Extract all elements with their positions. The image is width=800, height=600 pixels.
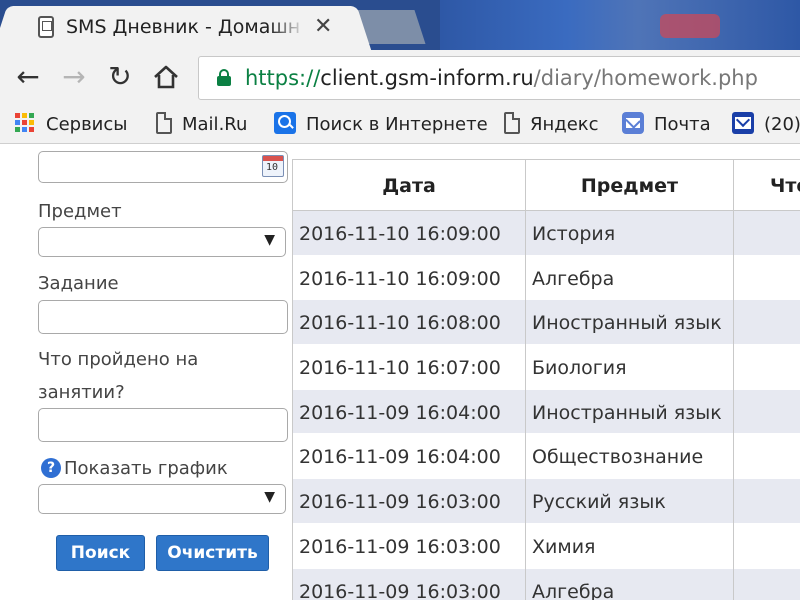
filter-form: 10 Предмет ▼ Задание Что пройдено на зан… [0,145,292,600]
cell-date: 2016-11-10 16:09:00 [293,211,526,256]
forward-arrow-icon[interactable]: → [58,62,90,94]
cell-subject: Русский язык [526,479,734,524]
cell-subject: Иностранный язык [526,389,734,435]
cell-subject: Химия [526,523,734,569]
column-header-covered[interactable]: Что [734,160,800,212]
search-button[interactable]: Поиск [56,535,145,571]
clear-button[interactable]: Очистить [156,535,269,571]
covered-label-line2: занятии? [38,382,125,403]
search-icon [274,112,296,134]
cell-covered [734,569,800,600]
dropdown-arrow-icon: ▼ [264,489,275,505]
cell-covered [734,300,800,345]
cell-date: 2016-11-10 16:09:00 [293,255,526,301]
cell-covered [734,524,800,569]
cell-covered [734,434,800,479]
reload-icon[interactable]: ↻ [104,62,136,94]
bookmark-internet-search[interactable]: Поиск в Интернете [274,112,488,138]
homework-table: Дата Предмет Что 2016-11-10 16:09:00 Ист… [292,159,800,600]
help-icon[interactable]: ? [41,458,61,478]
table-row[interactable]: 2016-11-10 16:07:00 Биология [293,345,800,390]
address-bar[interactable]: https://client.gsm-inform.ru/diary/homew… [198,56,800,100]
inactive-tab-blurred[interactable] [660,14,720,38]
cell-subject: Иностранный язык [526,300,734,346]
mail-icon [732,112,754,134]
bookmark-services[interactable]: Сервисы [14,112,127,138]
tab-strip-background [440,0,800,50]
cell-date: 2016-11-10 16:08:00 [293,300,526,346]
tab-strip: SMS Дневник - Домашн ✕ [0,0,800,50]
home-icon[interactable] [150,62,182,94]
bookmark-mail-20[interactable]: (20) [732,112,800,138]
url-text[interactable]: https://client.gsm-inform.ru/diary/homew… [245,66,758,90]
cell-date: 2016-11-09 16:03:00 [293,479,526,524]
column-header-date[interactable]: Дата [293,160,526,212]
dropdown-arrow-icon: ▼ [264,232,275,248]
table-header: Дата Предмет Что [293,159,800,212]
cell-date: 2016-11-09 16:04:00 [293,434,526,480]
calendar-icon[interactable]: 10 [262,155,284,177]
page-icon [504,112,520,134]
date-field[interactable] [38,151,288,183]
cell-covered [734,256,800,301]
subject-label: Предмет [38,201,122,222]
page-icon [156,112,172,134]
phone-icon [38,16,54,38]
table-row[interactable]: 2016-11-09 16:04:00 Иностранный язык [293,389,800,435]
table-row[interactable]: 2016-11-09 16:03:00 Русский язык [293,479,800,524]
chart-label: Показать график [64,458,228,479]
browser-toolbar: ← → ↻ https://client.gsm-inform.ru/diary… [0,50,800,106]
column-header-subject[interactable]: Предмет [526,160,734,212]
back-arrow-icon[interactable]: ← [12,62,44,94]
task-label: Задание [38,273,119,294]
table-row[interactable]: 2016-11-10 16:09:00 История [293,211,800,256]
table-row[interactable]: 2016-11-09 16:03:00 Химия [293,523,800,569]
cell-covered [734,479,800,524]
cell-subject: Алгебра [526,568,734,600]
close-icon[interactable]: ✕ [314,14,332,39]
cell-date: 2016-11-09 16:03:00 [293,568,526,600]
mail-icon [622,112,644,134]
cell-date: 2016-11-09 16:04:00 [293,389,526,435]
lock-icon [217,69,231,86]
tab-title: SMS Дневник - Домашн [66,16,301,38]
bookmark-yandex[interactable]: Яндекс [504,112,599,138]
bookmarks-bar: Сервисы Mail.Ru Поиск в Интернете Яндекс… [0,106,800,144]
task-input[interactable] [38,300,288,334]
apps-grid-icon [14,112,36,134]
table-row[interactable]: 2016-11-10 16:08:00 Иностранный язык [293,300,800,346]
cell-subject: Биология [526,345,734,390]
cell-subject: Алгебра [526,255,734,301]
chart-select[interactable]: ▼ [38,484,286,514]
bookmark-mailru[interactable]: Mail.Ru [156,112,247,138]
cell-subject: Обществознание [526,434,734,480]
table-body: 2016-11-10 16:09:00 История 2016-11-10 1… [293,211,800,600]
cell-covered [734,390,800,435]
table-row[interactable]: 2016-11-10 16:09:00 Алгебра [293,255,800,301]
cell-subject: История [526,211,734,256]
cell-covered [734,211,800,256]
table-row[interactable]: 2016-11-09 16:04:00 Обществознание [293,434,800,480]
subject-select[interactable]: ▼ [38,227,286,257]
cell-date: 2016-11-10 16:07:00 [293,345,526,390]
covered-label-line1: Что пройдено на [38,349,199,370]
covered-input[interactable] [38,408,288,442]
bookmark-mail[interactable]: Почта [622,112,711,138]
cell-date: 2016-11-09 16:03:00 [293,523,526,569]
table-row[interactable]: 2016-11-09 16:03:00 Алгебра [293,568,800,600]
page-content: 10 Предмет ▼ Задание Что пройдено на зан… [0,145,800,600]
active-tab[interactable]: SMS Дневник - Домашн ✕ [12,6,352,50]
cell-covered [734,345,800,390]
